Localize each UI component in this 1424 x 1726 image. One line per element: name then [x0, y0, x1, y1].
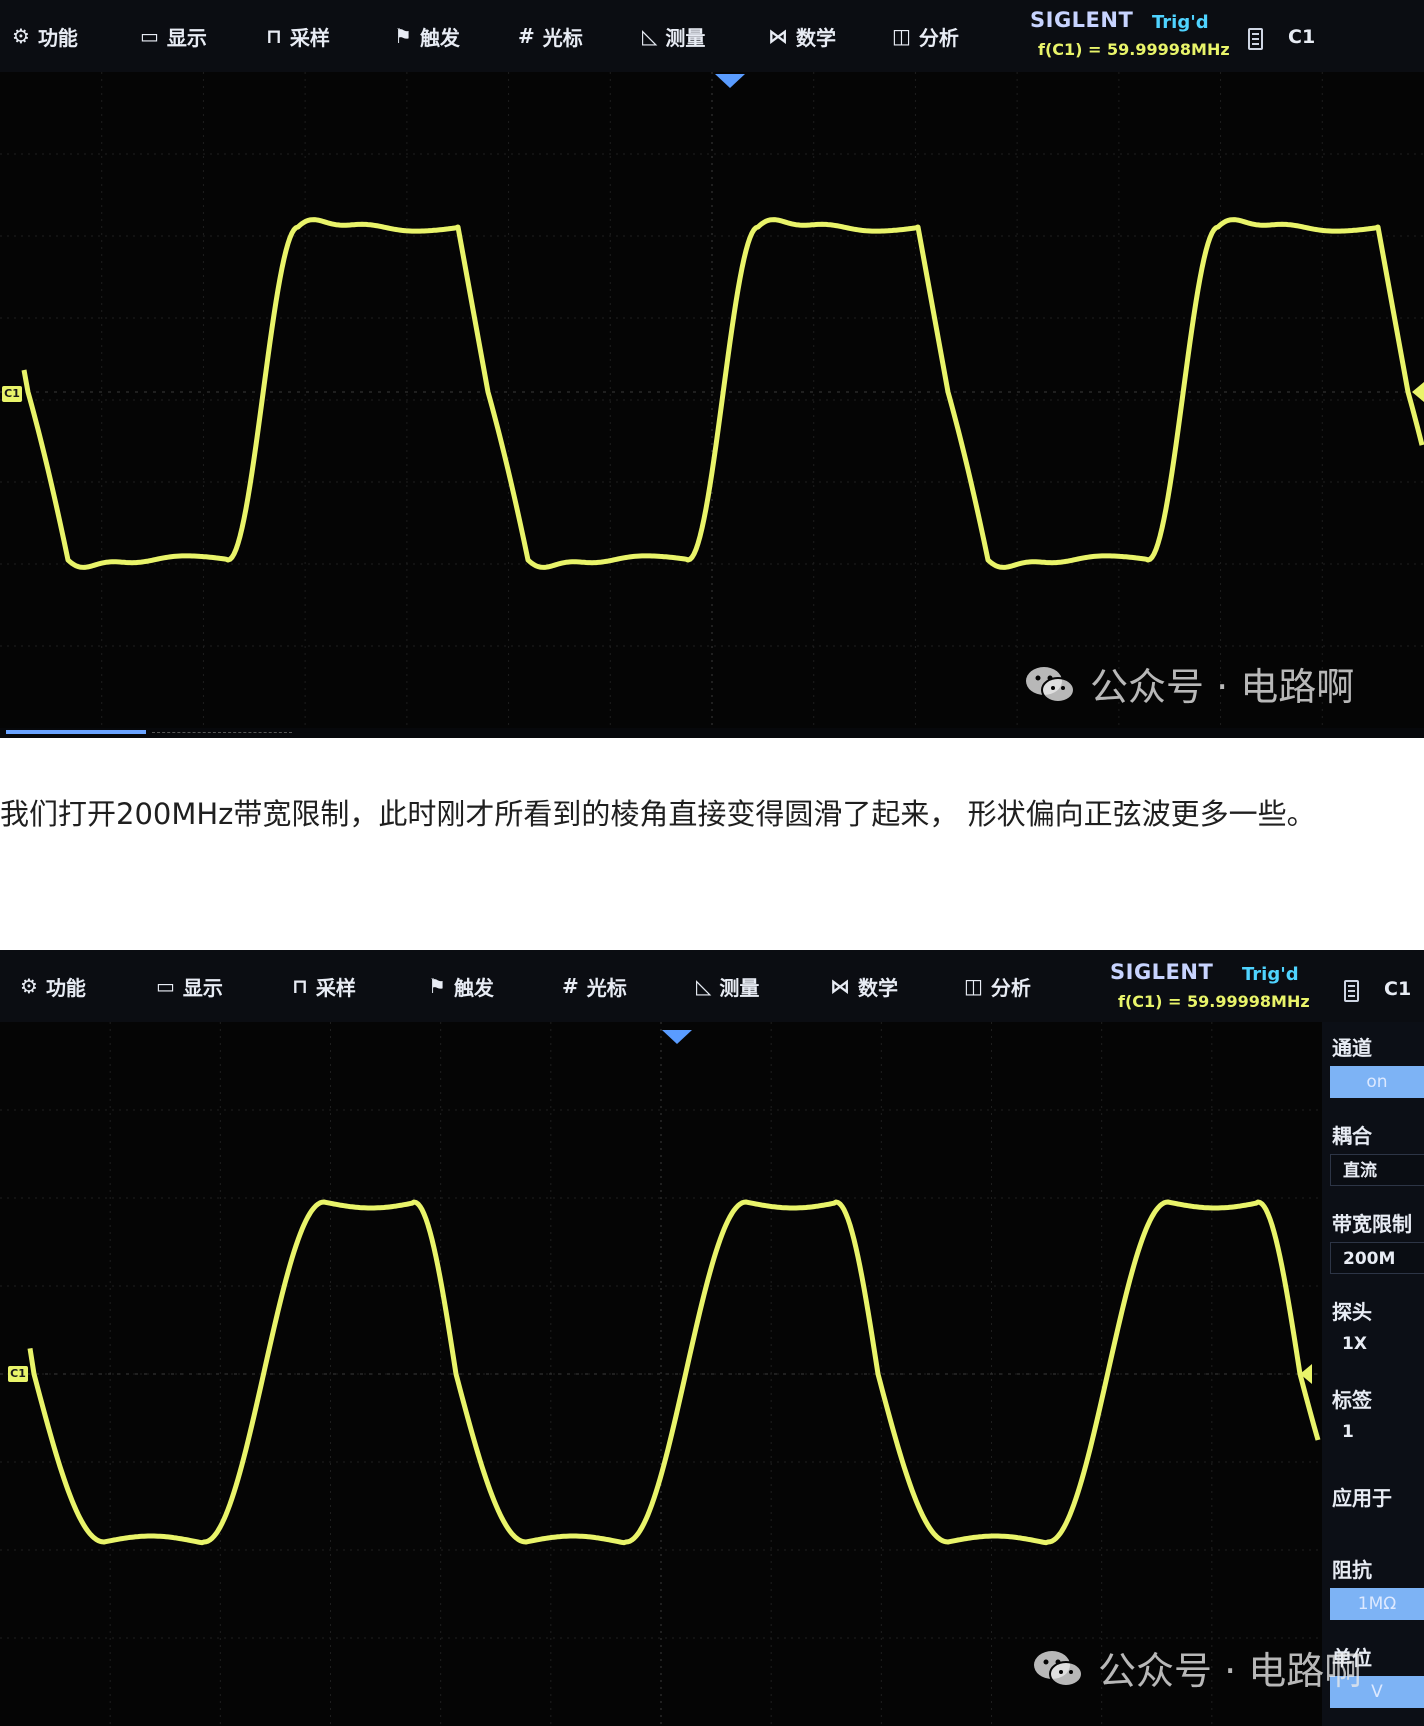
- menu-function[interactable]: ⚙ 功能: [20, 970, 86, 1002]
- channel-indicator[interactable]: C1: [1288, 26, 1315, 48]
- tag-label: 标签: [1332, 1388, 1372, 1412]
- trigger-level-marker[interactable]: [1300, 1364, 1312, 1384]
- menu-math[interactable]: ⋈ 数学: [768, 20, 836, 52]
- analysis-icon: ◫: [892, 24, 911, 48]
- watermark: 公众号 · 电路啊: [1024, 656, 1354, 711]
- menu-acquire-label: 采样: [289, 25, 330, 50]
- gear-icon: ⚙: [12, 24, 30, 48]
- menu-measure[interactable]: ◺ 测量: [696, 970, 759, 1002]
- trigger-position-marker[interactable]: [715, 74, 745, 88]
- watermark: 公众号 · 电路啊: [1032, 1640, 1362, 1695]
- wechat-icon: [1026, 666, 1075, 703]
- cursor-icon: #: [518, 24, 535, 48]
- analysis-icon: ◫: [964, 974, 983, 998]
- menu-cursor[interactable]: # 光标: [518, 20, 583, 52]
- display-icon: ▭: [156, 974, 175, 998]
- article-paragraph: 我们打开200MHz带宽限制，此时刚才所看到的棱角直接变得圆滑了起来， 形状偏向…: [0, 797, 1316, 831]
- waveform-display: [0, 1022, 1322, 1726]
- channel-settings-panel: 通道 on 耦合 直流 带宽限制 200M 探头 1X 标签 1 应用于 阻抗 …: [1322, 1022, 1424, 1726]
- menu-measure-label: 测量: [665, 25, 706, 50]
- menu-display[interactable]: ▭ 显示: [156, 970, 223, 1002]
- flag-icon: ⚑: [394, 24, 412, 48]
- trigger-level-marker[interactable]: [1412, 382, 1424, 402]
- battery-icon: [1344, 980, 1359, 1002]
- gear-icon: ⚙: [20, 974, 38, 998]
- menu-function[interactable]: ⚙ 功能: [12, 20, 78, 52]
- display-icon: ▭: [140, 24, 159, 48]
- menu-display-label: 显示: [166, 25, 207, 50]
- waveform-display: [0, 72, 1424, 728]
- bw-limit-label: 带宽限制: [1332, 1212, 1412, 1236]
- menu-measure[interactable]: ◺ 测量: [642, 20, 705, 52]
- wechat-icon: [1034, 1650, 1083, 1687]
- menu-cursor-label: 光标: [586, 975, 627, 1000]
- menu-analysis-label: 分析: [990, 975, 1031, 1000]
- watermark-text: 公众号 · 电路啊: [1090, 665, 1355, 709]
- probe-select[interactable]: 1X: [1330, 1328, 1424, 1360]
- channel-offset-marker[interactable]: C1: [2, 386, 22, 402]
- signal-trace: [21, 217, 1424, 570]
- menu-trigger-label: 触发: [453, 975, 494, 1000]
- scope-menubar: ⚙ 功能 ▭ 显示 ⊓ 采样 ⚑ 触发 # 光标 ◺ 测量 ⋈ 数学 ◫ 分析 SIGLENT …: [0, 0, 1424, 72]
- scope-menubar: ⚙ 功能 ▭ 显示 ⊓ 采样 ⚑ 触发 # 光标 ◺ 测量 ⋈ 数学 ◫ 分析 SIGLENT …: [0, 950, 1424, 1022]
- tag-value[interactable]: 1: [1330, 1416, 1424, 1448]
- watermark-text: 公众号 · 电路啊: [1098, 1649, 1363, 1693]
- probe-label: 探头: [1332, 1300, 1372, 1324]
- menu-math-label: 数学: [858, 975, 898, 1000]
- graticule: [0, 72, 1424, 728]
- memory-indicator: [152, 732, 292, 735]
- menu-display[interactable]: ▭ 显示: [140, 20, 207, 52]
- menu-trigger[interactable]: ⚑ 触发: [428, 970, 494, 1002]
- frequency-readout: f(C1) = 59.99998MHz: [1038, 40, 1230, 59]
- impedance-toggle[interactable]: 1MΩ: [1330, 1588, 1424, 1620]
- cursor-icon: #: [562, 974, 579, 998]
- menu-math[interactable]: ⋈ 数学: [830, 970, 898, 1002]
- menu-acquire-label: 采样: [315, 975, 356, 1000]
- menu-acquire[interactable]: ⊓ 采样: [266, 20, 330, 52]
- graticule: [0, 1022, 1322, 1726]
- trigger-status: Trig'd: [1152, 12, 1209, 33]
- oscilloscope-screenshot-1: ⚙ 功能 ▭ 显示 ⊓ 采样 ⚑ 触发 # 光标 ◺ 测量 ⋈ 数学 ◫ 分析 SIGLENT …: [0, 0, 1424, 738]
- trigger-position-marker[interactable]: [662, 1030, 692, 1044]
- math-icon: ⋈: [768, 24, 788, 48]
- menu-acquire[interactable]: ⊓ 采样: [292, 970, 356, 1002]
- acquire-icon: ⊓: [266, 24, 282, 48]
- signal-trace: [27, 1199, 1321, 1546]
- bottom-status-strip: [0, 728, 1424, 738]
- battery-icon: [1248, 28, 1263, 50]
- frequency-readout: f(C1) = 59.99998MHz: [1118, 992, 1310, 1011]
- menu-cursor-label: 光标: [542, 25, 583, 50]
- coupling-label: 耦合: [1332, 1124, 1372, 1148]
- menu-math-label: 数学: [796, 25, 836, 50]
- brand-logo: SIGLENT: [1030, 8, 1134, 32]
- menu-function-label: 功能: [45, 975, 86, 1000]
- menu-function-label: 功能: [37, 25, 78, 50]
- brand-logo: SIGLENT: [1110, 960, 1214, 984]
- impedance-label: 阻抗: [1332, 1558, 1372, 1582]
- channel-label: 通道: [1332, 1036, 1372, 1060]
- menu-trigger-label: 触发: [419, 25, 460, 50]
- menu-analysis[interactable]: ◫ 分析: [892, 20, 959, 52]
- bw-limit-select[interactable]: 200M: [1330, 1242, 1424, 1274]
- measure-icon: ◺: [642, 24, 658, 48]
- oscilloscope-screenshot-2: ⚙ 功能 ▭ 显示 ⊓ 采样 ⚑ 触发 # 光标 ◺ 测量 ⋈ 数学 ◫ 分析 SIGLENT …: [0, 950, 1424, 1726]
- channel-toggle[interactable]: on: [1330, 1066, 1424, 1098]
- channel-indicator[interactable]: C1: [1384, 978, 1411, 1000]
- menu-measure-label: 测量: [719, 975, 760, 1000]
- coupling-select[interactable]: 直流: [1330, 1154, 1424, 1186]
- timebase-indicator: [6, 730, 146, 734]
- trigger-status: Trig'd: [1242, 964, 1299, 985]
- apply-to-button[interactable]: 应用于: [1332, 1482, 1392, 1511]
- channel-offset-marker[interactable]: C1: [8, 1366, 28, 1382]
- menu-cursor[interactable]: # 光标: [562, 970, 627, 1002]
- menu-analysis-label: 分析: [918, 25, 959, 50]
- menu-analysis[interactable]: ◫ 分析: [964, 970, 1031, 1002]
- menu-display-label: 显示: [182, 975, 223, 1000]
- math-icon: ⋈: [830, 974, 850, 998]
- acquire-icon: ⊓: [292, 974, 308, 998]
- menu-trigger[interactable]: ⚑ 触发: [394, 20, 460, 52]
- flag-icon: ⚑: [428, 974, 446, 998]
- measure-icon: ◺: [696, 974, 712, 998]
